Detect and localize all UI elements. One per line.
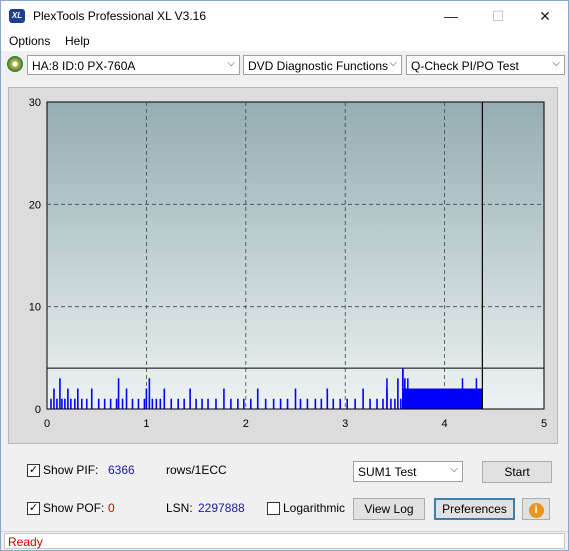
function-select[interactable]: DVD Diagnostic Functions ⌵: [243, 55, 402, 75]
x-tick-label: 5: [541, 418, 547, 430]
drive-select[interactable]: HA:8 ID:0 PX-760A ⌵: [27, 55, 240, 75]
menu-options[interactable]: Options: [9, 34, 50, 48]
app-logo-icon: XL: [9, 9, 25, 23]
menu-help[interactable]: Help: [65, 34, 90, 48]
maximize-button: ☐: [491, 8, 505, 24]
sum-test-value: SUM1 Test: [358, 465, 417, 479]
start-button[interactable]: Start: [482, 461, 552, 483]
x-tick-label: 3: [342, 418, 348, 430]
title-bar: XL PlexTools Professional XL V3.16 — ☐ ✕: [1, 1, 568, 31]
status-bar: Ready: [1, 531, 568, 550]
y-tick-label: 20: [29, 199, 41, 211]
show-pif-checkbox[interactable]: ✓: [27, 464, 40, 477]
sum-test-select[interactable]: SUM1 Test ⌵: [353, 461, 463, 482]
y-tick-label: 10: [29, 302, 41, 314]
status-text: Ready: [8, 535, 43, 549]
pif-unit: rows/1ECC: [166, 463, 227, 477]
disc-drive-icon: [7, 56, 23, 72]
logarithmic-checkbox[interactable]: [267, 502, 280, 515]
pif-dense-block: [402, 388, 483, 409]
close-button[interactable]: ✕: [522, 1, 568, 31]
drive-select-value: HA:8 ID:0 PX-760A: [32, 59, 136, 73]
x-tick-label: 0: [44, 418, 50, 430]
test-select-value: Q-Check PI/PO Test: [411, 59, 519, 73]
preferences-button[interactable]: Preferences: [434, 498, 515, 520]
lsn-label: LSN:: [166, 501, 193, 515]
x-tick-label: 2: [243, 418, 249, 430]
x-tick-label: 4: [442, 418, 448, 430]
view-log-button[interactable]: View Log: [353, 498, 425, 520]
show-pof-checkbox[interactable]: ✓: [27, 502, 40, 515]
pof-value: 0: [108, 501, 115, 515]
test-select[interactable]: Q-Check PI/PO Test ⌵: [406, 55, 565, 75]
chevron-down-icon: ⌵: [227, 58, 235, 69]
post-end-area: [483, 103, 543, 408]
y-tick-label: 0: [35, 404, 41, 416]
chevron-down-icon: ⌵: [552, 58, 560, 69]
app-window: XL PlexTools Professional XL V3.16 — ☐ ✕…: [0, 0, 569, 551]
minimize-button[interactable]: —: [428, 1, 474, 31]
show-pif-label: Show PIF:: [43, 463, 99, 477]
logarithmic-label: Logarithmic: [283, 501, 346, 515]
lsn-value: 2297888: [198, 501, 245, 515]
controls-panel: ✓ Show PIF: 6366 rows/1ECC SUM1 Test ⌵ S…: [8, 453, 560, 526]
pi-po-chart: 0 1 2 3 4 5 0 10 20 30: [29, 97, 547, 430]
info-icon: i: [528, 503, 544, 518]
chart-panel: 0 1 2 3 4 5 0 10 20 30: [8, 87, 558, 444]
info-button[interactable]: i: [522, 498, 550, 520]
show-pof-label: Show POF:: [43, 501, 105, 515]
y-tick-label: 30: [29, 97, 41, 109]
chevron-down-icon: ⌵: [450, 464, 458, 475]
plot-area: [46, 101, 545, 410]
window-title: PlexTools Professional XL V3.16: [33, 9, 206, 23]
function-select-value: DVD Diagnostic Functions: [248, 59, 389, 73]
pif-value: 6366: [108, 463, 135, 477]
chevron-down-icon: ⌵: [389, 58, 397, 69]
x-tick-label: 1: [143, 418, 149, 430]
menu-bar: Options Help: [1, 31, 568, 51]
status-box: Ready: [4, 533, 565, 549]
